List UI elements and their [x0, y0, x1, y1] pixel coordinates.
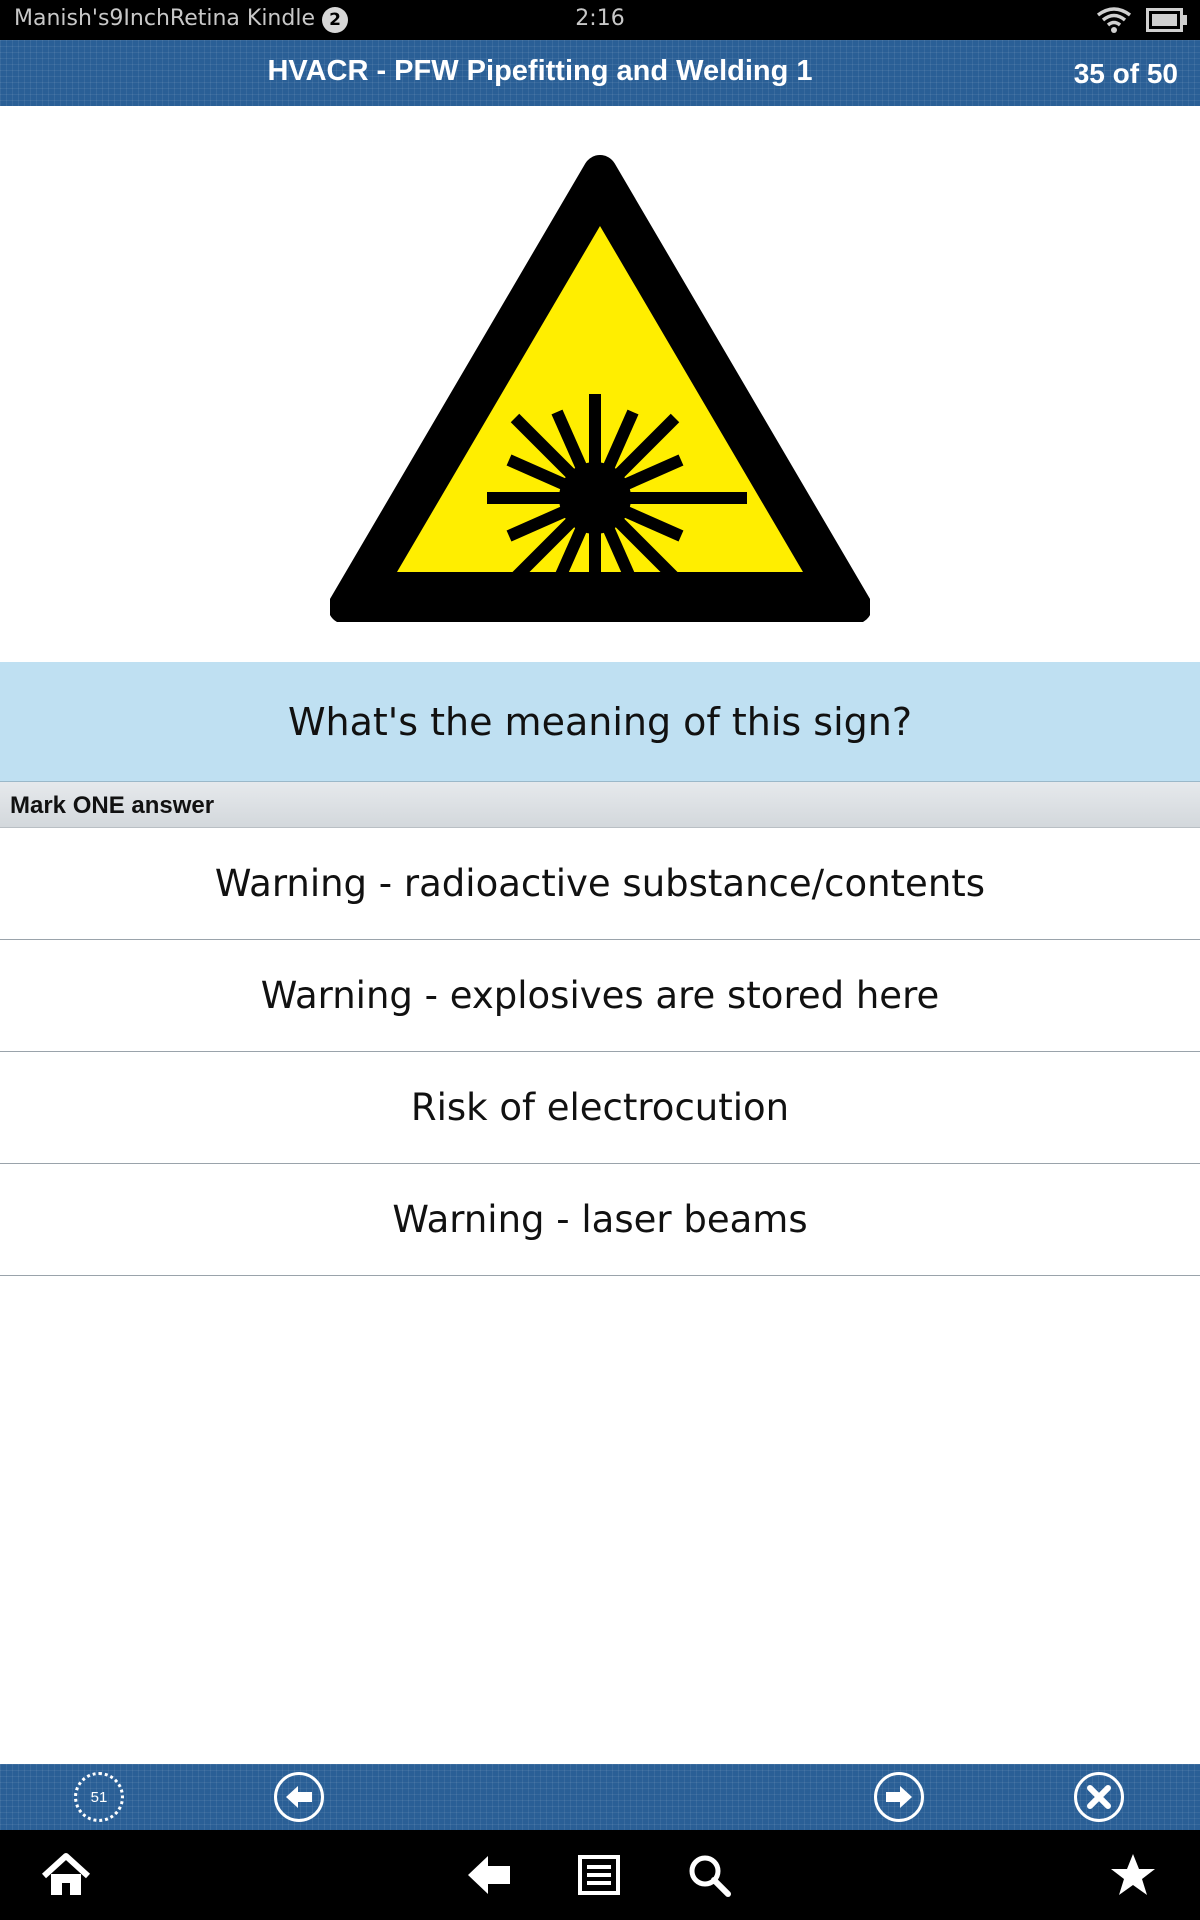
answer-option-2[interactable]: Warning - explosives are stored here	[0, 940, 1200, 1052]
battery-icon	[1146, 8, 1187, 32]
close-icon	[1087, 1785, 1111, 1809]
back-arrow-icon[interactable]	[466, 1852, 512, 1898]
wifi-icon	[1096, 7, 1132, 33]
arrow-left-icon	[286, 1786, 312, 1808]
answer-option-4[interactable]: Warning - laser beams	[0, 1164, 1200, 1276]
previous-question-button[interactable]	[274, 1772, 324, 1822]
menu-icon[interactable]	[576, 1852, 622, 1898]
close-quiz-button[interactable]	[1074, 1772, 1124, 1822]
question-text: What's the meaning of this sign?	[287, 700, 913, 744]
instruction-text: Mark ONE answer	[10, 792, 215, 819]
instruction-bar: Mark ONE answer	[0, 782, 1200, 828]
system-nav-bar	[0, 1830, 1200, 1920]
question-panel: What's the meaning of this sign?	[0, 662, 1200, 782]
arrow-right-icon	[886, 1786, 912, 1808]
answer-list: Warning - radioactive substance/contents…	[0, 828, 1200, 1276]
answer-option-3[interactable]: Risk of electrocution	[0, 1052, 1200, 1164]
question-image-area	[0, 106, 1200, 662]
answer-option-1[interactable]: Warning - radioactive substance/contents	[0, 828, 1200, 940]
search-icon[interactable]	[686, 1852, 732, 1898]
next-question-button[interactable]	[874, 1772, 924, 1822]
status-bar: Manish's9InchRetina Kindle 2 2:16	[0, 0, 1200, 40]
page-title: HVACR - PFW Pipefitting and Welding 1	[267, 55, 813, 87]
laser-warning-sign-icon	[330, 155, 870, 622]
status-time: 2:16	[575, 6, 625, 31]
timer-button[interactable]: 51	[74, 1772, 124, 1822]
header-bar: HVACR - PFW Pipefitting and Welding 1 35…	[0, 40, 1200, 106]
star-icon[interactable]	[1110, 1852, 1156, 1898]
timer-value: 51	[90, 1788, 108, 1806]
question-counter: 35 of 50	[1073, 58, 1178, 89]
home-icon[interactable]	[40, 1852, 92, 1898]
quiz-toolbar: 51	[0, 1764, 1200, 1830]
